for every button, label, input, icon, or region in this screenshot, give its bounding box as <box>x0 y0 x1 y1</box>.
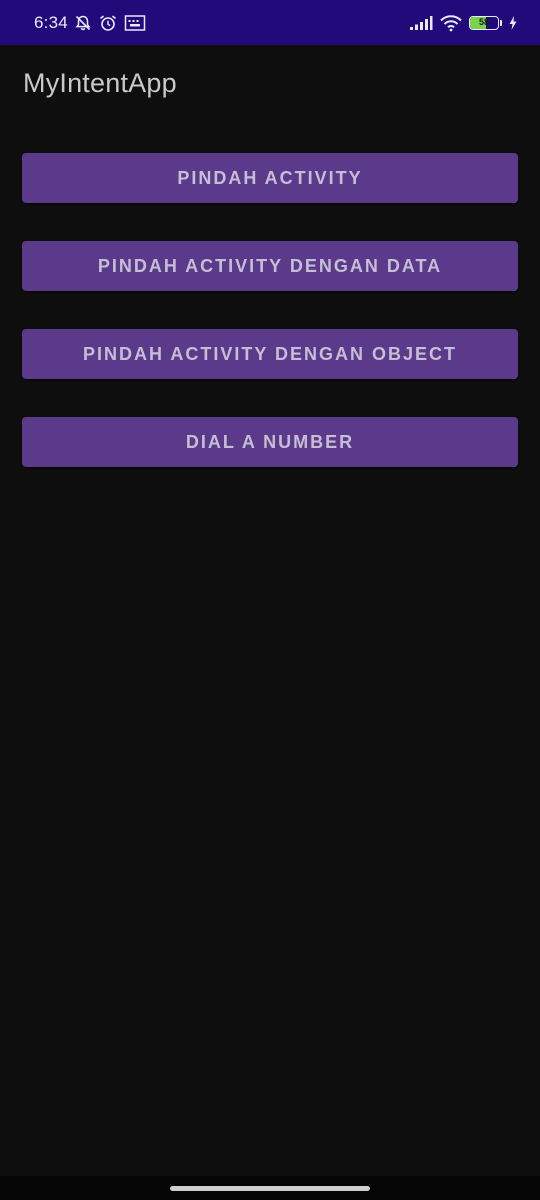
keyboard-icon <box>124 14 146 32</box>
battery-cap <box>500 19 502 26</box>
status-bar-left: 6:34 <box>34 13 146 33</box>
dial-a-number-button[interactable]: DIAL A NUMBER <box>22 417 518 467</box>
alarm-icon <box>98 14 118 32</box>
muted-bell-icon <box>74 14 92 32</box>
status-time: 6:34 <box>34 12 68 32</box>
pindah-activity-dengan-object-button[interactable]: PINDAH ACTIVITY DENGAN OBJECT <box>22 329 518 379</box>
pindah-activity-dengan-data-button[interactable]: PINDAH ACTIVITY DENGAN DATA <box>22 241 518 291</box>
status-bar: 6:34 58 <box>0 0 540 45</box>
navigation-bar <box>0 1176 540 1200</box>
home-indicator[interactable] <box>170 1186 370 1191</box>
battery-icon: 58 <box>469 15 502 30</box>
battery-body: 58 <box>469 15 499 30</box>
battery-level: 58 <box>478 16 489 27</box>
app-screen: 6:34 58 MyIntentApp PINDAH ACTIVITY PIND… <box>0 0 540 1200</box>
pindah-activity-button[interactable]: PINDAH ACTIVITY <box>22 153 518 203</box>
status-bar-right: 58 <box>409 14 518 32</box>
wifi-icon <box>439 14 463 32</box>
signal-icon <box>409 15 433 31</box>
app-title: MyIntentApp <box>23 68 177 98</box>
charging-icon <box>508 15 518 31</box>
